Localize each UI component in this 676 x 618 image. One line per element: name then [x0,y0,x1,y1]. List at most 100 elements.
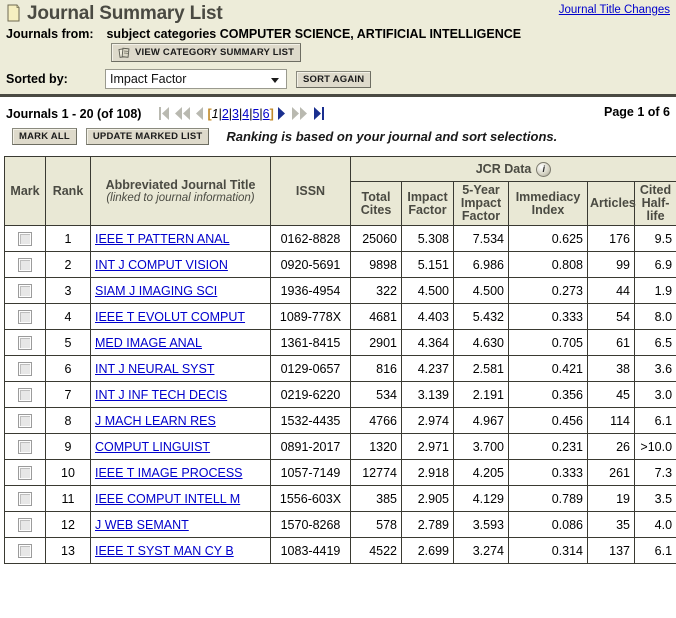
update-marked-list-label: UPDATE MARKED LIST [92,131,203,142]
row-articles: 45 [587,381,635,408]
row-issn: 1057-7149 [270,459,351,486]
table-row: 5 MED IMAGE ANAL 1361-8415 2901 4.364 4.630 0.… [4,329,676,356]
row-impact-factor: 2.971 [401,433,454,460]
journal-title-changes-link[interactable]: Journal Title Changes [559,4,670,16]
sort-again-button[interactable]: SORT AGAIN [296,70,372,88]
row-rank: 12 [45,511,91,538]
row-cited-half-life: 7.3 [633,459,676,486]
row-total-cites: 1320 [350,433,402,460]
table-row: 11 IEEE COMPUT INTELL M 1556-603X 385 2.905 4… [4,485,676,512]
table-row: 9 COMPUT LINGUIST 0891-2017 1320 2.971 3.700 0… [4,433,676,460]
journal-title-link[interactable]: J WEB SEMANT [95,518,189,532]
row-immediacy-index: 0.421 [508,355,588,382]
table-row: 10 IEEE T IMAGE PROCESS 1057-7149 12774 2.91… [4,459,676,486]
mark-checkbox[interactable] [18,491,32,506]
info-icon[interactable]: i [536,161,552,177]
journal-title-link[interactable]: SIAM J IMAGING SCI [95,284,217,298]
mark-checkbox[interactable] [18,465,32,480]
journal-title-link[interactable]: IEEE T PATTERN ANAL [95,232,230,246]
row-rank: 1 [45,225,91,252]
row-immediacy-index: 0.456 [508,407,588,434]
row-five-year-impact-factor: 3.274 [453,537,509,564]
row-cited-half-life: 6.1 [633,407,676,434]
journal-title-link[interactable]: IEEE T IMAGE PROCESS [95,466,243,480]
row-impact-factor: 5.151 [401,251,454,278]
page-link-3[interactable]: 3 [232,107,239,121]
page-link-2[interactable]: 2 [222,107,229,121]
row-impact-factor: 2.905 [401,485,454,512]
update-marked-list-button[interactable]: UPDATE MARKED LIST [85,128,210,145]
row-title-cell: IEEE T EVOLUT COMPUT [90,303,271,330]
col-header-articles: Articles [587,181,636,226]
row-issn: 0129-0657 [270,355,351,382]
row-cited-half-life: 1.9 [633,277,676,304]
sort-by-select[interactable]: Impact Factor [105,69,287,89]
mark-checkbox[interactable] [18,387,32,402]
sort-again-label: SORT AGAIN [303,73,365,85]
row-title-cell: MED IMAGE ANAL [90,329,271,356]
page-number-current: 1 [211,106,219,121]
journal-title-link[interactable]: COMPUT LINGUIST [95,440,210,454]
next-jump-icon[interactable] [291,106,309,121]
sort-by-selected-value: Impact Factor [110,72,187,86]
row-title-cell: IEEE T SYST MAN CY B [90,537,271,564]
prev-jump-icon[interactable] [174,106,191,121]
row-rank: 10 [45,459,91,486]
last-page-icon[interactable] [313,106,325,121]
row-immediacy-index: 0.273 [508,277,588,304]
mark-checkbox[interactable] [18,335,32,350]
journal-title-link[interactable]: INT J INF TECH DECIS [95,388,227,402]
row-impact-factor: 3.139 [401,381,454,408]
row-impact-factor: 2.918 [401,459,454,486]
row-articles: 176 [587,225,635,252]
table-row: 8 J MACH LEARN RES 1532-4435 4766 2.974 4.967… [4,407,676,434]
mark-checkbox[interactable] [18,543,32,558]
col-header-immediacy-index: Immediacy Index [508,181,588,226]
mark-checkbox[interactable] [18,283,32,298]
mark-checkbox[interactable] [18,517,32,532]
journal-title-link[interactable]: MED IMAGE ANAL [95,336,202,350]
row-impact-factor: 2.699 [401,537,454,564]
col-header-title-sub: (linked to journal information) [106,191,255,204]
col-header-impact-factor: Impact Factor [401,181,454,226]
row-title-cell: IEEE T PATTERN ANAL [90,225,271,252]
view-category-summary-list-button[interactable]: VIEW CATEGORY SUMMARY LIST [111,43,302,62]
row-total-cites: 534 [350,381,402,408]
journal-title-link[interactable]: IEEE COMPUT INTELL M [95,492,240,506]
row-five-year-impact-factor: 4.967 [453,407,509,434]
view-category-row: VIEW CATEGORY SUMMARY LIST [0,41,676,66]
table-row: 1 IEEE T PATTERN ANAL 0162-8828 25060 5.308 7… [4,225,676,252]
row-articles: 19 [587,485,635,512]
mark-checkbox[interactable] [18,413,32,428]
row-issn: 0162-8828 [270,225,351,252]
page-link-6[interactable]: 6 [263,107,270,121]
row-total-cites: 4522 [350,537,402,564]
row-mark-cell [4,251,46,278]
page-of-label: Page 1 of 6 [604,105,670,119]
first-page-icon[interactable] [159,106,170,121]
next-page-icon[interactable] [277,106,287,121]
row-impact-factor: 4.500 [401,277,454,304]
mark-checkbox[interactable] [18,257,32,272]
journal-title-link[interactable]: INT J COMPUT VISION [95,258,228,272]
row-title-cell: INT J NEURAL SYST [90,355,271,382]
mark-checkbox[interactable] [18,231,32,246]
row-mark-cell [4,303,46,330]
journals-from-row: Journals from: subject categories COMPUT… [0,26,676,41]
mark-checkbox[interactable] [18,309,32,324]
row-immediacy-index: 0.625 [508,225,588,252]
row-issn: 0891-2017 [270,433,351,460]
journal-title-link[interactable]: IEEE T EVOLUT COMPUT [95,310,245,324]
mark-checkbox[interactable] [18,361,32,376]
row-issn: 1936-4954 [270,277,351,304]
journal-title-link[interactable]: IEEE T SYST MAN CY B [95,544,234,558]
prev-page-icon[interactable] [195,106,204,121]
table-body: 1 IEEE T PATTERN ANAL 0162-8828 25060 5.308 7… [4,225,676,564]
mark-actions-row: MARK ALL UPDATE MARKED LIST Ranking is b… [6,123,670,152]
row-five-year-impact-factor: 3.593 [453,511,509,538]
mark-all-button[interactable]: MARK ALL [12,128,77,145]
row-cited-half-life: 3.0 [633,381,676,408]
journal-title-link[interactable]: INT J NEURAL SYST [95,362,214,376]
journal-title-link[interactable]: J MACH LEARN RES [95,414,216,428]
mark-checkbox[interactable] [18,439,32,454]
